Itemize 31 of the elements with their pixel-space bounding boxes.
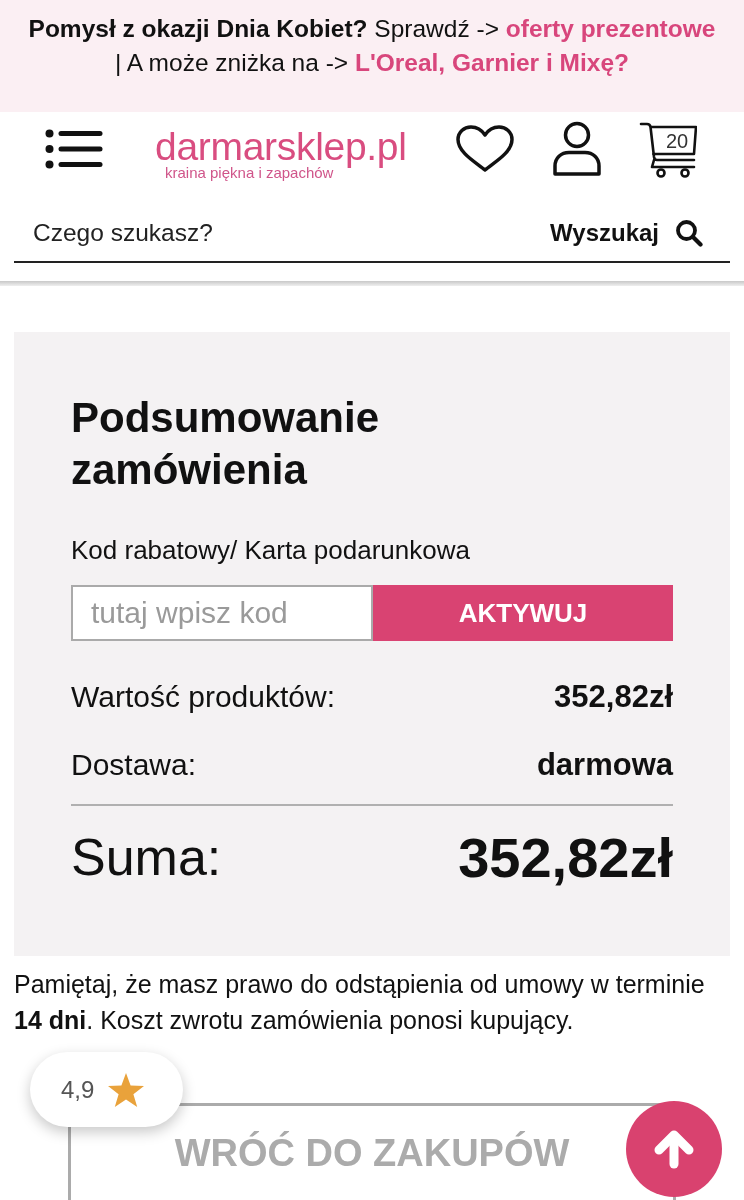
summary-label: Wartość produktów: bbox=[71, 680, 335, 714]
summary-title: Podsumowanie zamówienia bbox=[71, 393, 381, 495]
total-value: 352,82zł bbox=[458, 824, 673, 890]
wishlist-button[interactable] bbox=[455, 124, 515, 174]
discount-label: Kod rabatowy/ Karta podarunkowa bbox=[71, 536, 471, 564]
user-icon bbox=[552, 121, 602, 177]
cart-button[interactable]: 20 bbox=[639, 120, 697, 178]
rating-popup[interactable]: 4,9 bbox=[30, 1052, 183, 1127]
cart-icon bbox=[639, 120, 697, 178]
summary-label: Dostawa: bbox=[71, 748, 197, 782]
promo-text: Pomysł z okazji Dnia Kobiet? Sprawdź -> oferty prezentowe | A może zniżka na -> L'Oreal, Garnier i Mixę? bbox=[27, 14, 717, 78]
promo-link[interactable]: L'Oreal, Garnier i Mixę? bbox=[354, 49, 629, 76]
account-button[interactable] bbox=[552, 121, 602, 177]
summary-value: 352,82zł bbox=[554, 679, 673, 715]
activate-button[interactable]: AKTYWUJ bbox=[373, 585, 673, 641]
promo-link[interactable]: oferty prezentowe bbox=[505, 15, 716, 42]
summary-value: darmowa bbox=[536, 747, 673, 783]
search-field[interactable]: Czego szukasz? bbox=[14, 205, 551, 261]
menu-icon bbox=[45, 129, 103, 169]
code-input-field[interactable]: tutaj wpisz kod bbox=[71, 585, 373, 641]
return-policy-text: Pamiętaj, że masz prawo do odstąpienia od umowy w terminie 14 dni. Koszt zwrotu zamówienia ponosi kupujący. bbox=[14, 969, 706, 1036]
star-icon bbox=[107, 1071, 146, 1108]
rating-score: 4,9 bbox=[61, 1075, 95, 1104]
cart-count: 20 bbox=[666, 130, 689, 152]
logo-tagline: kraina piękna i zapachów bbox=[165, 165, 334, 181]
logo-wordmark[interactable]: darmarsklep.pl bbox=[155, 127, 407, 167]
total-label: Suma: bbox=[71, 827, 222, 887]
menu-button[interactable] bbox=[45, 129, 103, 169]
search-icon bbox=[675, 219, 703, 247]
search-button[interactable]: Wyszukaj bbox=[550, 219, 730, 247]
heart-icon bbox=[455, 124, 515, 174]
